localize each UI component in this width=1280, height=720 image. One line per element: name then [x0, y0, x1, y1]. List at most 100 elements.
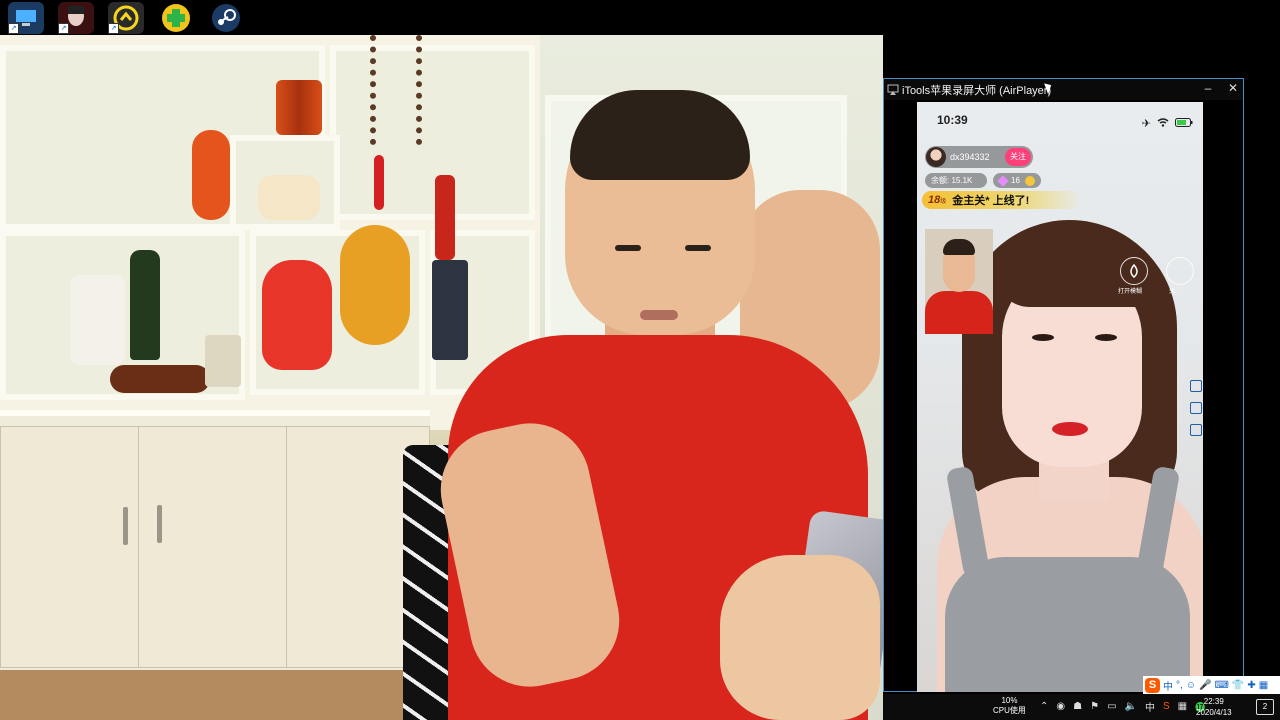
skin-icon[interactable]: 👕: [1232, 680, 1244, 691]
orange-figurine: [192, 130, 230, 220]
speaker: [432, 260, 468, 360]
system-tray: ⌃ ◉ ☗ ⚑ ▭ 🔈 中 S ▦ ⓱: [1040, 699, 1205, 714]
tray-app-icon[interactable]: ☗: [1073, 701, 1082, 712]
gourd: [340, 225, 410, 345]
ime-mode-indicator[interactable]: 中: [1145, 699, 1155, 714]
tray-app-icon[interactable]: ◉: [1056, 701, 1065, 712]
hand: [720, 555, 880, 720]
emoji-icon[interactable]: ☺: [1186, 680, 1196, 691]
streamer-lips: [1052, 422, 1088, 436]
smiley-icon: [1024, 175, 1035, 186]
mirrored-phone-screen[interactable]: 10:39 ✈ dx394332 关注 余额: 15.1K 16 18 级 金主…: [917, 102, 1203, 692]
gem-badge: 16: [993, 173, 1041, 188]
bookshelf: [0, 35, 540, 430]
eye: [685, 245, 711, 251]
taskbar: 10% CPU使用 ⌃ ◉ ☗ ⚑ ▭ 🔈 中 S ▦ ⓱ 22:39 2020…: [883, 694, 1280, 720]
pip-shirt: [925, 291, 993, 334]
sogou-tray-icon[interactable]: S: [1163, 701, 1170, 712]
cpu-label: CPU使用: [993, 706, 1026, 715]
microphone-icon[interactable]: 🎤: [1199, 680, 1211, 691]
webcam-feed: [0, 35, 883, 720]
sunglasses-figure: [262, 260, 332, 370]
close-button[interactable]: ✕: [1219, 79, 1247, 100]
sogou-logo-icon[interactable]: S: [1145, 677, 1160, 693]
window-title: iTools苹果录屏大师 (AirPlayer): [902, 84, 1052, 97]
side-tool-icon[interactable]: [1190, 402, 1202, 414]
tray-app-icon[interactable]: ⚑: [1090, 701, 1099, 712]
balance-badge: 余额: 15.1K: [925, 173, 987, 188]
diamond-icon: [997, 174, 1009, 187]
airplay-icon: [886, 83, 900, 97]
camera-off-label: 关...: [1169, 289, 1181, 295]
grey-tank-top: [945, 557, 1190, 692]
gem-count: 16: [1011, 176, 1020, 185]
shelf-compartment: [330, 45, 535, 220]
shortcut-arrow-icon: ↗: [58, 23, 69, 34]
right-side-icon-strip: [1186, 380, 1206, 436]
red-tassel: [374, 155, 384, 210]
ime-toolbar[interactable]: S 中 °, ☺ 🎤 ⌨ 👕 ✚ ▦: [1143, 676, 1280, 694]
lucky-cat-figures: [258, 175, 320, 220]
cabinet-door: [123, 426, 288, 668]
toolbox-icon[interactable]: ✚: [1247, 680, 1255, 691]
keyboard-icon[interactable]: ⌨: [1214, 680, 1228, 691]
tray-app-icon[interactable]: ▦: [1178, 701, 1187, 712]
host-name: dx394332: [950, 152, 990, 162]
steam-icon[interactable]: [208, 2, 244, 34]
picture-in-picture-preview[interactable]: [925, 229, 993, 334]
volume-icon[interactable]: 🔈: [1125, 701, 1137, 712]
computer-icon[interactable]: ↗: [8, 2, 44, 34]
cabinet-handle: [123, 507, 128, 545]
cabinet-handle: [157, 505, 162, 543]
blur-toggle-label: 打开模糊: [1118, 289, 1143, 295]
level-suffix: 级: [940, 198, 947, 205]
cpu-meter[interactable]: 10% CPU使用: [993, 696, 1026, 716]
desktop-icon-row: ↗ ↗ ↗: [0, 0, 268, 36]
camera-off-button[interactable]: [1166, 257, 1194, 285]
level-number: 18: [928, 194, 941, 206]
network-icon[interactable]: ▭: [1107, 701, 1116, 712]
streamer-eye: [1095, 334, 1117, 341]
cans: [276, 80, 322, 135]
grid-menu-icon[interactable]: ▦: [1259, 680, 1268, 691]
host-info-pill[interactable]: dx394332 关注: [925, 146, 1033, 168]
minimize-button[interactable]: –: [1194, 79, 1222, 100]
blur-toggle-button[interactable]: [1120, 257, 1148, 285]
shortcut-arrow-icon: ↗: [8, 23, 19, 34]
avatar[interactable]: [926, 147, 946, 167]
clock-date: 2020/4/13: [1196, 708, 1232, 717]
side-tool-icon[interactable]: [1190, 380, 1202, 392]
cup: [205, 335, 241, 387]
prayer-beads: [370, 35, 422, 145]
wifi-icon: [1157, 114, 1169, 132]
cabinet-door: [0, 426, 140, 668]
streamer-eye: [1032, 334, 1054, 341]
red-bottle: [435, 175, 455, 260]
chevron-up-icon[interactable]: ⌃: [1040, 701, 1048, 712]
hair: [570, 90, 750, 180]
clock-time: 22:39: [1203, 697, 1224, 706]
champagne-bottle: [130, 250, 160, 360]
notification-center-button[interactable]: 2: [1256, 699, 1274, 715]
side-tool-icon[interactable]: [1190, 424, 1202, 436]
phone-status-bar: 10:39 ✈: [917, 102, 1203, 136]
game-character-icon[interactable]: ↗: [58, 2, 94, 34]
taskbar-clock[interactable]: 22:39 2020/4/13: [1196, 696, 1232, 718]
shortcut-arrow-icon: ↗: [108, 23, 119, 34]
ime-punctuation-toggle[interactable]: °,: [1176, 680, 1183, 691]
violin: [110, 365, 210, 393]
follow-button[interactable]: 关注: [1005, 148, 1031, 166]
cpu-percent: 10%: [1001, 696, 1018, 705]
battery-icon: [1175, 114, 1193, 132]
sogou-yellow-icon[interactable]: ↗: [108, 2, 144, 34]
pip-hair: [943, 239, 975, 255]
ime-language-toggle[interactable]: 中: [1163, 678, 1173, 693]
megaphone-toy: [70, 275, 125, 365]
airplane-mode-icon: ✈: [1141, 117, 1151, 130]
status-icons: ✈: [1142, 114, 1193, 132]
mouth: [640, 310, 678, 320]
entry-banner: 18 级 金主关* 上线了!: [922, 191, 1082, 209]
green-plus-icon[interactable]: [158, 2, 194, 34]
eye: [615, 245, 641, 251]
window-titlebar[interactable]: iTools苹果录屏大师 (AirPlayer) – ✕: [884, 79, 1243, 100]
